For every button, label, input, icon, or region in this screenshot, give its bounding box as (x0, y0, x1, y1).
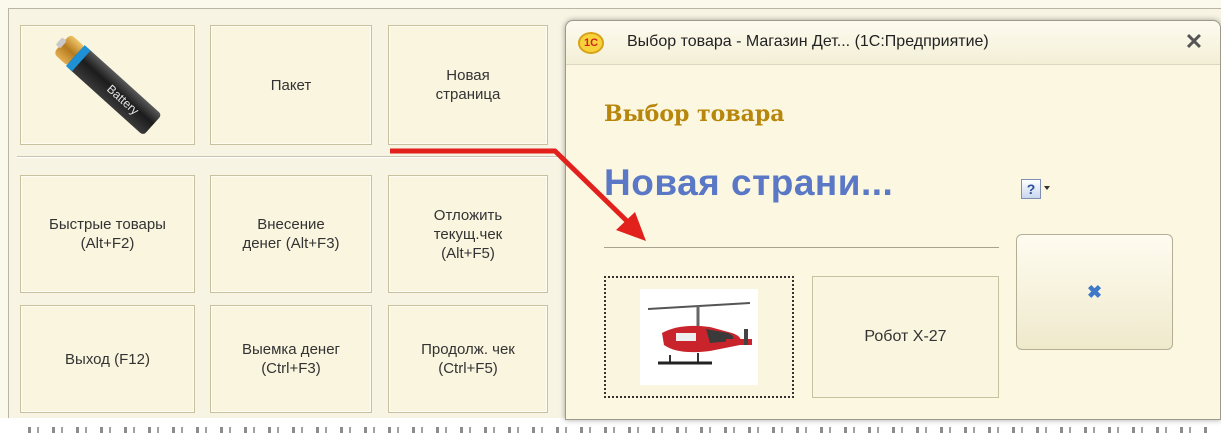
tile-exit[interactable]: Выход (F12) (20, 305, 195, 413)
tile-new-page[interactable]: Новая страница (388, 25, 548, 145)
tile-continue-check[interactable]: Продолж. чек (Ctrl+F5) (388, 305, 548, 413)
group-title: Новая страни... (604, 162, 894, 203)
help-button[interactable]: ? (1021, 179, 1053, 201)
battery-tile[interactable]: Battery (20, 25, 195, 145)
logo-1c-icon: 1C (578, 32, 604, 54)
item-robot[interactable]: Робот X-27 (812, 276, 999, 398)
close-button-icon: ✖ (1086, 281, 1103, 302)
dialog-separator (604, 247, 999, 248)
tile-fast-goods[interactable]: Быстрые товары (Alt+F2) (20, 175, 195, 293)
close-button[interactable]: ✖ (1016, 234, 1173, 350)
tile-cash-out[interactable]: Выемка денег (Ctrl+F3) (210, 305, 372, 413)
tile-postpone-check[interactable]: Отложить текущ.чек (Alt+F5) (388, 175, 548, 293)
dialog-title: Выбор товара - Магазин Дет... (1С:Предпр… (627, 33, 989, 50)
item-helicopter[interactable] (604, 276, 794, 398)
helicopter-image (640, 289, 758, 385)
bottom-strip (0, 418, 1221, 435)
dialog-titlebar[interactable]: 1C Выбор товара - Магазин Дет... (1С:Пре… (566, 21, 1220, 65)
help-icon: ? (1021, 179, 1041, 199)
battery-icon: Battery (54, 35, 160, 134)
tile-cash-in[interactable]: Внесение денег (Alt+F3) (210, 175, 372, 293)
form-heading: Выбор товара (604, 101, 785, 127)
close-icon[interactable]: ✕ (1182, 29, 1206, 54)
product-select-dialog: 1C Выбор товара - Магазин Дет... (1С:Пре… (565, 20, 1221, 420)
dropdown-arrow-icon (1044, 186, 1050, 190)
tile-paket[interactable]: Пакет (210, 25, 372, 145)
tile-divider (17, 156, 569, 158)
